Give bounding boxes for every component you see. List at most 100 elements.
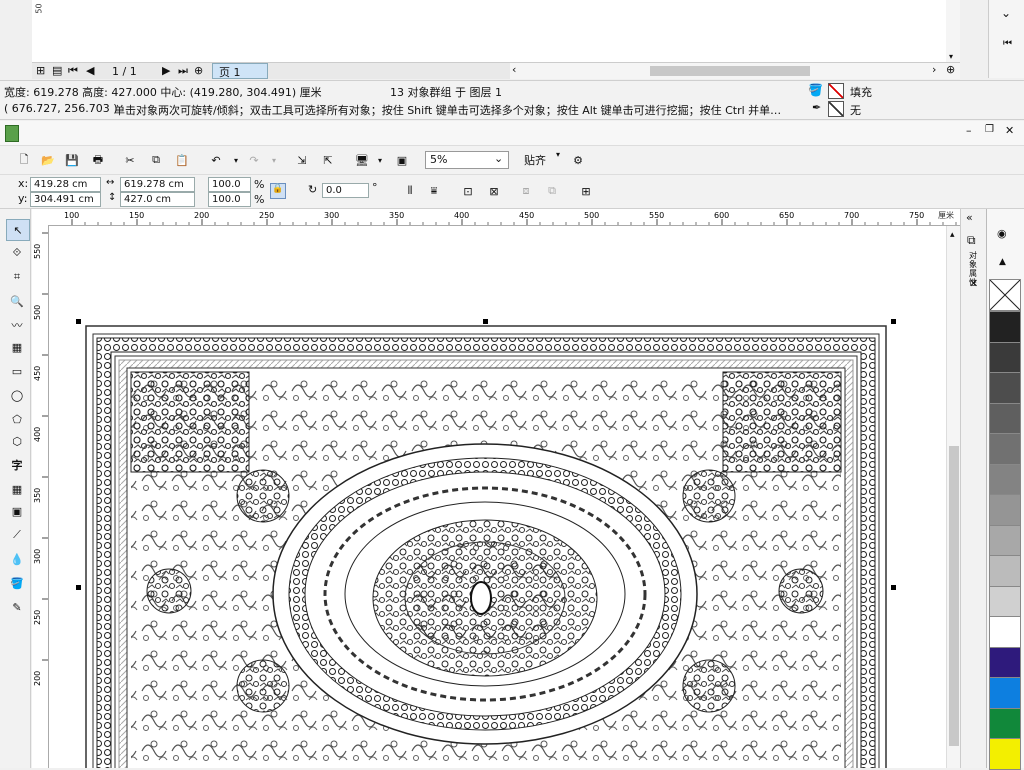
color-swatch[interactable] <box>989 433 1021 465</box>
new-document-icon[interactable]: 🗋 <box>14 150 34 170</box>
color-swatch[interactable] <box>989 646 1021 679</box>
redo-dropdown-icon[interactable]: ▾ <box>264 150 284 170</box>
restore-icon[interactable]: ❐ <box>985 124 994 135</box>
x-position-input[interactable]: 419.28 cm <box>30 177 101 192</box>
color-swatch[interactable] <box>989 311 1021 343</box>
object-properties-icon[interactable]: ⧉ <box>967 233 976 248</box>
collapse-icon[interactable]: ⏮ <box>1003 38 1012 49</box>
last-page-icon[interactable]: ⏭ <box>178 64 188 78</box>
first-page-icon[interactable]: ⏮ <box>68 64 78 78</box>
undo-dropdown-icon[interactable]: ▾ <box>226 150 246 170</box>
scale-width-input[interactable]: 100.0 <box>208 177 251 192</box>
drawing-canvas[interactable] <box>49 226 946 768</box>
launcher-dropdown-icon[interactable]: ▾ <box>370 150 390 170</box>
zoom-level-select[interactable]: 5% ⌄ <box>425 151 509 169</box>
add-page-icon[interactable]: ⊕ <box>194 64 203 77</box>
open-folder-icon[interactable]: 📂 <box>38 150 58 170</box>
color-swatch[interactable] <box>989 555 1021 587</box>
ungroup-icon[interactable]: ⊠ <box>484 181 504 201</box>
color-swatch[interactable] <box>989 524 1021 557</box>
prev-page-icon[interactable]: ◀ <box>86 64 94 77</box>
smart-fill-icon[interactable]: ▦ <box>6 337 28 357</box>
object-width-input[interactable]: 619.278 cm <box>120 177 195 192</box>
dimension-tool-icon[interactable]: ▣ <box>6 501 28 521</box>
close-docker-icon[interactable]: ✕ <box>969 277 978 290</box>
basic-shapes-icon[interactable]: ⬡ <box>6 431 28 451</box>
save-icon[interactable]: 💾 <box>62 150 82 170</box>
color-swatch[interactable] <box>989 402 1021 435</box>
color-swatch[interactable] <box>989 738 1021 770</box>
table-tool-icon[interactable]: ▦ <box>6 479 28 499</box>
interactive-fill-icon[interactable]: 🪣 <box>6 573 28 593</box>
y-position-input[interactable]: 304.491 cm <box>30 192 101 207</box>
redo-icon[interactable]: ↷ <box>244 150 264 170</box>
rotation-angle-input[interactable]: 0.0 <box>322 183 369 198</box>
palette-scroll-up-icon[interactable]: ▲ <box>999 257 1006 267</box>
scale-height-input[interactable]: 100.0 <box>208 192 251 207</box>
import-icon[interactable]: ⇲ <box>292 150 312 170</box>
color-swatch[interactable] <box>989 616 1021 648</box>
page-tab[interactable]: 页 1 <box>212 63 268 79</box>
expand-docker-icon[interactable]: « <box>966 211 973 224</box>
color-swatch[interactable] <box>989 341 1021 374</box>
close-icon[interactable]: ✕ <box>1005 124 1014 137</box>
chevron-down-icon[interactable]: ⌄ <box>1001 6 1011 20</box>
undo-icon[interactable]: ↶ <box>206 150 226 170</box>
rectangle-tool-icon[interactable]: ▭ <box>6 361 28 381</box>
next-page-icon[interactable]: ▶ <box>162 64 170 77</box>
previous-horizontal-scrollbar[interactable]: ‹ › ⊕ <box>510 62 960 79</box>
scroll-thumb[interactable] <box>650 66 810 76</box>
zoom-tool-icon[interactable]: 🔍 <box>6 291 28 311</box>
export-icon[interactable]: ⇱ <box>318 150 338 170</box>
scroll-right-icon[interactable]: › <box>932 63 936 76</box>
previous-vertical-scrollbar[interactable]: ▾ <box>946 0 960 62</box>
scroll-up-icon[interactable]: ▴ <box>950 230 955 240</box>
color-swatch[interactable] <box>989 494 1021 526</box>
snap-dropdown-icon[interactable]: ▾ <box>556 150 560 159</box>
zoom-navigator-icon[interactable]: ⊕ <box>946 63 955 76</box>
horizontal-ruler[interactable]: 100 150 200 250 300 350 400 450 500 550 600 650 700 7… <box>32 209 960 226</box>
publish-icon[interactable]: ▣ <box>392 150 412 170</box>
crop-tool-icon[interactable]: ⌗ <box>6 267 28 287</box>
scroll-left-icon[interactable]: ‹ <box>512 63 516 76</box>
break-apart-icon[interactable]: ⧉ <box>542 181 562 201</box>
scroll-down-arrow-icon[interactable]: ▾ <box>949 52 953 61</box>
combine-icon[interactable]: ⧈ <box>516 181 536 201</box>
eyedropper-icon[interactable]: 💧 <box>6 549 28 569</box>
pick-tool-icon[interactable]: ↖ <box>6 219 30 241</box>
vertical-scrollbar[interactable]: ▴ <box>946 226 961 768</box>
shape-tool-icon[interactable]: ⟐ <box>6 243 28 263</box>
object-height-input[interactable]: 427.0 cm <box>120 192 195 207</box>
ellipse-tool-icon[interactable]: ◯ <box>6 385 28 405</box>
app-launcher-icon[interactable]: 🖥 <box>352 150 372 170</box>
copy-icon[interactable]: ⧉ <box>146 150 166 170</box>
mirror-vertical-icon[interactable]: ⩸ <box>424 181 444 201</box>
lock-ratio-icon[interactable]: 🔒 <box>270 183 286 199</box>
color-swatch[interactable] <box>989 677 1021 709</box>
options-icon[interactable]: ⚙ <box>568 150 588 170</box>
color-swatch[interactable] <box>989 707 1021 740</box>
smart-drawing-icon[interactable]: ✎ <box>6 597 28 617</box>
mirror-horizontal-icon[interactable]: ⫴ <box>400 181 420 201</box>
connector-tool-icon[interactable]: ⟋ <box>6 525 28 545</box>
freehand-tool-icon[interactable]: 〰 <box>6 315 28 335</box>
align-distribute-icon[interactable]: ⊞ <box>576 181 596 201</box>
no-fill-swatch[interactable] <box>828 83 844 99</box>
group-icon[interactable]: ⊡ <box>458 181 478 201</box>
page-settings-icon[interactable]: ▤ <box>52 64 62 77</box>
paste-icon[interactable]: 📋 <box>172 150 192 170</box>
palette-menu-icon[interactable]: ◉ <box>997 227 1007 240</box>
text-tool-icon[interactable]: 字 <box>6 455 28 475</box>
no-color-swatch[interactable] <box>989 279 1021 311</box>
vertical-ruler[interactable]: 550 500 450 400 350 300 250 200 <box>32 225 49 768</box>
carpet-artwork[interactable] <box>49 226 946 768</box>
previous-canvas[interactable] <box>48 0 947 62</box>
scroll-thumb[interactable] <box>949 446 959 746</box>
minimize-icon[interactable]: – <box>966 124 972 137</box>
polygon-tool-icon[interactable]: ⬠ <box>6 409 28 429</box>
snap-to-button[interactable]: 贴齐 <box>524 152 546 168</box>
print-icon[interactable]: 🖶 <box>88 150 108 170</box>
page-options-icon[interactable]: ⊞ <box>36 64 45 77</box>
color-swatch[interactable] <box>989 372 1021 404</box>
cut-icon[interactable]: ✂ <box>120 150 140 170</box>
